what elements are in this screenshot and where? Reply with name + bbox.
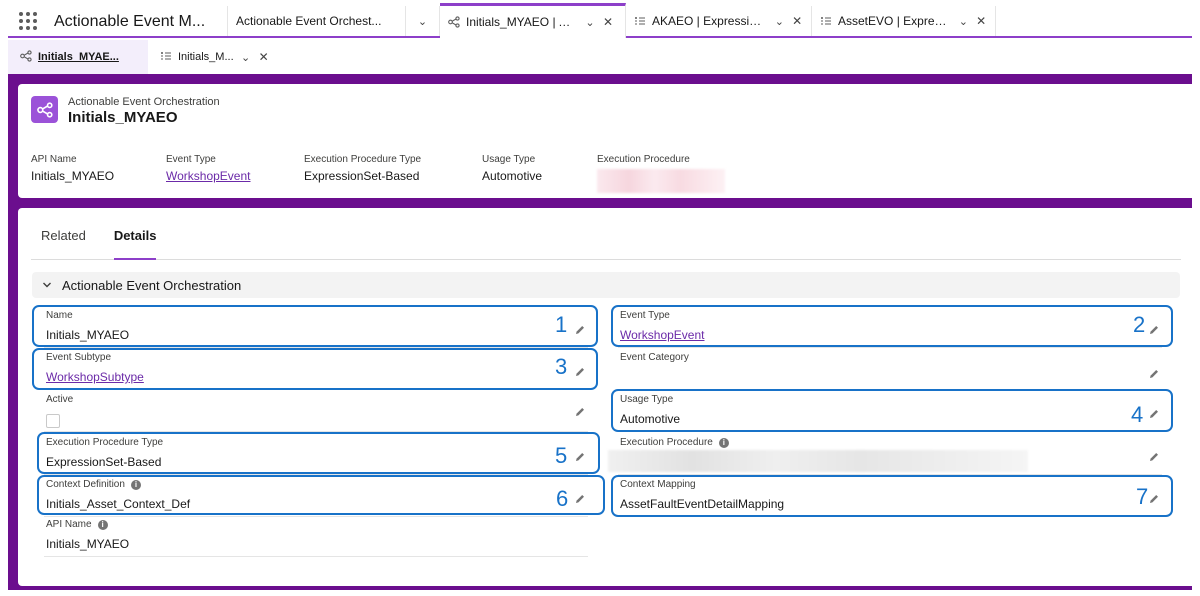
callout-number: 4 [1131,402,1144,427]
workspace-tab-aeo-list[interactable]: Actionable Event Orchest... [228,6,406,36]
field-label-text: Execution Procedure [620,437,713,448]
pencil-icon[interactable] [574,405,586,417]
record-tabs: Related Details [31,226,1181,260]
chevron-down-icon[interactable]: ⌄ [240,51,252,64]
redacted-value [608,450,1028,472]
close-icon[interactable]: ✕ [791,14,803,28]
app-launcher-button[interactable] [8,6,48,36]
workspace-tab-label: Actionable Event Orchest... [236,14,382,28]
field-event-category: Event Category [608,348,1172,390]
highlight-label: API Name [31,154,77,165]
app-name: Actionable Event M... [48,6,228,36]
highlight-exec-proc-type: Execution Procedure Type ExpressionSet-B… [304,154,421,183]
section-header[interactable]: Actionable Event Orchestration [32,272,1180,298]
highlight-usage-type: Usage Type Automotive [482,154,542,183]
field-label: API Name i [46,519,108,530]
field-active: Active [34,390,598,432]
subtab-bar: Initials_MYAE... Initials_M... ⌄ ✕ [8,40,1192,74]
callout-box [32,348,598,390]
section-title: Actionable Event Orchestration [62,277,242,293]
callout-box [32,305,598,347]
redacted-value [597,169,725,193]
close-icon[interactable]: ✕ [602,15,614,29]
record-title: Initials_MYAEO [68,109,178,126]
object-type-label: Actionable Event Orchestration [68,96,220,108]
field-divider [44,556,588,557]
callout-number: 3 [555,354,568,379]
callout-box [37,432,600,474]
active-checkbox[interactable] [46,414,60,428]
field-label-text: API Name [46,519,92,530]
callout-number: 7 [1136,484,1149,509]
chevron-down-icon [42,278,52,293]
workspace-tab-label: AKAEO | Expression... [652,14,768,28]
subtab-initials-m[interactable]: Initials_M... ⌄ ✕ [148,40,282,74]
field-label: Active [46,394,74,405]
subtab-initials-myaeo[interactable]: Initials_MYAE... [8,40,148,74]
highlight-value: Automotive [482,169,543,183]
workspace-tab-akaeo[interactable]: AKAEO | Expression... ⌄ ✕ [626,6,812,36]
workspace-tab-initials-myaeo[interactable]: Initials_MYAEO | Ac... ⌄ ✕ [440,3,626,38]
callout-box [611,475,1173,517]
record-header: Actionable Event Orchestration Initials_… [18,84,1196,198]
field-label: Event Category [620,352,689,363]
chevron-down-icon[interactable]: ⌄ [958,15,970,28]
highlight-value: ExpressionSet-Based [304,169,420,183]
field-exec-proc: Execution Procedure i [608,433,1172,475]
callout-number: 2 [1133,312,1146,337]
subtab-label: Initials_MYAE... [38,51,119,63]
workspace-tab-menu[interactable]: ⌄ [406,6,440,36]
workspace-nav-bar: Actionable Event M... Actionable Event O… [8,3,1192,38]
callout-number: 1 [555,312,568,337]
pencil-icon[interactable] [1148,450,1160,462]
event-type-link[interactable]: WorkshopEvent [166,169,251,183]
highlight-label: Execution Procedure Type [304,154,422,165]
info-icon[interactable]: i [718,437,729,448]
chevron-down-icon[interactable]: ⌄ [584,16,596,29]
app-launcher-icon [19,12,37,30]
tab-details[interactable]: Details [113,226,157,260]
orchestration-icon [31,96,58,123]
expression-set-icon [634,15,646,27]
workspace-tab-label: AssetEVO | Express... [838,14,952,28]
close-icon[interactable]: ✕ [258,50,270,64]
highlight-label: Usage Type [482,154,536,165]
field-api-name: API Name i Initials_MYAEO [34,515,598,557]
highlight-value: Initials_MYAEO [31,169,115,183]
highlight-label: Execution Procedure [597,154,690,165]
chevron-down-icon[interactable]: ⌄ [417,15,429,28]
subtab-label: Initials_M... [178,51,234,63]
tab-related[interactable]: Related [41,226,86,259]
pencil-icon[interactable] [1148,367,1160,379]
highlight-label: Event Type [166,154,216,165]
highlight-event-type: Event Type WorkshopEvent [166,154,251,183]
workspace-tab-label: Initials_MYAEO | Ac... [466,15,578,29]
callout-box [611,389,1173,432]
expression-set-icon [820,15,832,27]
chevron-down-icon[interactable]: ⌄ [774,15,786,28]
expression-set-icon [160,50,172,65]
field-value: Initials_MYAEO [46,537,130,551]
info-icon[interactable]: i [97,519,108,530]
callout-number: 6 [556,486,569,511]
close-icon[interactable]: ✕ [975,14,987,28]
orchestration-icon [20,49,32,65]
callout-number: 5 [555,443,568,468]
highlight-api-name: API Name Initials_MYAEO [31,154,114,183]
callout-box [37,475,605,515]
details-card: Related Details Actionable Event Orchest… [18,208,1196,586]
field-label: Execution Procedure i [620,437,729,448]
workspace-tab-assetevo[interactable]: AssetEVO | Express... ⌄ ✕ [812,6,996,36]
callout-box [611,305,1173,347]
highlight-exec-proc: Execution Procedure [597,154,725,198]
orchestration-icon [448,16,460,28]
